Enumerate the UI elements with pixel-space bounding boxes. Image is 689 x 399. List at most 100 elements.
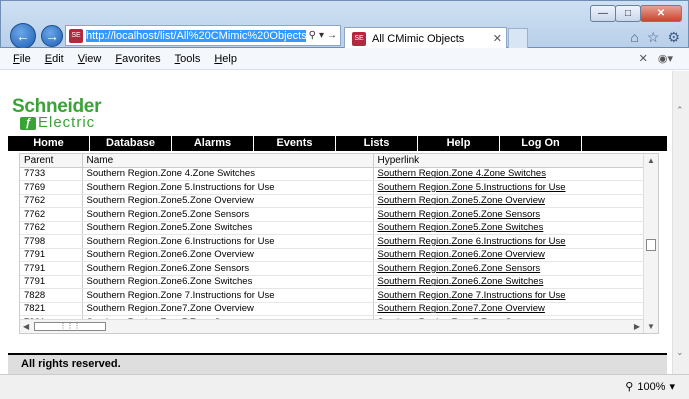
menu-view[interactable]: View [78,53,102,65]
search-icon[interactable]: ⚲ [309,30,316,41]
nav-log-on[interactable]: Log On [500,136,582,151]
url-text: http://localhost/list/All%20CMimic%20Obj… [86,29,306,42]
scroll-down-icon[interactable]: ▼ [647,322,655,331]
table-row[interactable]: 7821 Southern Region.Zone7.Zone Overview S… [20,302,643,316]
address-input[interactable]: http://localhost/list/All%20CMimic%20Obj… [86,29,306,42]
grid-vscroll-thumb[interactable] [646,239,656,251]
col-header-parent[interactable]: Parent [20,154,82,168]
hyperlink[interactable]: Southern Region.Zone6.Zone Overview [378,249,545,260]
hyperlink[interactable]: Southern Region.Zone6.Zone Sensors [378,263,541,274]
forward-arrow-icon: → [45,28,59,44]
logo-mark-icon: ƒ [20,116,36,130]
new-tab-button[interactable] [508,28,528,48]
nav-database[interactable]: Database [90,136,172,151]
cell-parent: 7733 [20,167,82,181]
table-row[interactable]: 7762 Southern Region.Zone5.Zone Sensors So… [20,207,643,222]
cell-parent: 7821 [20,302,82,316]
hyperlink[interactable]: Southern Region.Zone5.Zone Switches [378,222,544,233]
site-nav: Home Database Alarms Events Lists Help L… [8,136,667,151]
hyperlink[interactable]: Southern Region.Zone5.Zone Overview [378,195,545,206]
menu-favorites[interactable]: Favorites [115,53,160,65]
hyperlink[interactable]: Southern Region.Zone 7.Instructions for … [378,290,566,301]
table-row[interactable]: 7791 Southern Region.Zone6.Zone Sensors So… [20,261,643,276]
scroll-left-icon[interactable]: ◀ [23,322,29,331]
page-scroll-up-icon[interactable]: ⌃ [676,105,684,116]
settings-gear-icon[interactable]: ⚙ [667,29,680,46]
table-row[interactable]: 7769 Southern Region.Zone 5.Instructions … [20,180,643,195]
hyperlink[interactable]: Southern Region.Zone7.Zone Overview [378,303,545,314]
cell-parent: 7791 [20,248,82,262]
cell-parent: 7798 [20,234,82,249]
table-row[interactable]: 7762 Southern Region.Zone5.Zone Overview S… [20,194,643,208]
zoom-magnifier-icon: ⚲ [625,381,634,393]
table-row[interactable]: 7791 Southern Region.Zone6.Zone Switches S… [20,275,643,289]
browser-titlebar: — □ ✕ ← → SE http://localhost/list/All%2… [0,0,689,49]
cell-parent: 7791 [20,261,82,276]
hyperlink[interactable]: Southern Region.Zone 4.Zone Switches [378,168,546,179]
cell-name: Southern Region.Zone6.Zone Switches [81,275,373,289]
page-scroll-down-icon[interactable]: ⌄ [676,347,684,358]
page-footer: All rights reserved. [8,353,667,374]
objects-grid: Parent Name Hyperlink 7733 Southern Regio… [19,153,659,334]
scroll-right-icon[interactable]: ▶ [634,322,640,331]
maximize-button[interactable]: □ [615,5,641,22]
hyperlink[interactable]: Southern Region.Zone 5.Instructions for … [378,182,566,193]
table-row[interactable]: 7798 Southern Region.Zone 6.Instructions … [20,234,643,249]
nav-alarms[interactable]: Alarms [172,136,254,151]
col-header-name[interactable]: Name [81,154,373,168]
hyperlink[interactable]: Southern Region.Zone5.Zone Sensors [378,209,541,220]
go-arrow-icon[interactable]: → [327,30,337,41]
page-viewport: Schneider ƒ Electric Home Database Alarm… [0,71,689,374]
forward-button[interactable]: → [41,25,63,47]
close-window-button[interactable]: ✕ [640,5,682,22]
hyperlink[interactable]: Southern Region.Zone 6.Instructions for … [378,236,566,247]
address-bar[interactable]: SE http://localhost/list/All%20CMimic%20… [65,25,341,46]
table-row[interactable]: 7762 Southern Region.Zone5.Zone Switches S… [20,221,643,235]
cell-name: Southern Region.Zone 5.Instructions for … [81,180,373,195]
cell-hyperlink: Southern Region.Zone7.Zone Overview [372,302,643,316]
cell-name: Southern Region.Zone5.Zone Switches [81,221,373,235]
table-row[interactable]: 7791 Southern Region.Zone6.Zone Overview S… [20,248,643,262]
zoom-dropdown-icon[interactable]: ▾ [669,380,675,393]
grid-hscroll-thumb[interactable]: ⋮⋮⋮ [34,322,106,331]
safety-dropdown-icon[interactable]: ◉▾ [658,52,673,65]
nav-events[interactable]: Events [254,136,336,151]
dropdown-icon[interactable]: ▾ [319,30,324,41]
favorites-star-icon[interactable]: ☆ [647,29,660,46]
toolbar-icons: ⌂ ☆ ⚙ [630,29,680,46]
cell-parent: 7769 [20,180,82,195]
grid-horizontal-scrollbar[interactable]: ◀ ⋮⋮⋮ ▶ [20,319,643,333]
cell-parent: 7762 [20,194,82,208]
cell-hyperlink: Southern Region.Zone6.Zone Sensors [372,261,643,276]
logo-sub: Electric [38,114,96,131]
menu-tools[interactable]: Tools [175,53,201,65]
cell-name: Southern Region.Zone5.Zone Sensors [81,207,373,222]
col-header-hyperlink[interactable]: Hyperlink [372,154,643,168]
home-icon[interactable]: ⌂ [630,29,638,46]
table-row[interactable]: 7828 Southern Region.Zone 7.Instructions … [20,288,643,303]
grid-vertical-scrollbar[interactable]: ▲ ▼ [643,154,658,333]
table-row[interactable]: 7733 Southern Region.Zone 4.Zone Switches… [20,167,643,181]
menu-bar: File Edit View Favorites Tools Help ✕ ◉▾ [0,48,689,70]
scroll-up-icon[interactable]: ▲ [647,156,655,165]
tab-close-icon[interactable]: ✕ [493,32,502,45]
zoom-level: 100% [637,380,666,393]
close-icon[interactable]: ✕ [639,52,648,65]
menu-edit[interactable]: Edit [45,53,64,65]
nav-home[interactable]: Home [8,136,90,151]
nav-lists[interactable]: Lists [336,136,418,151]
menu-file[interactable]: File [13,53,31,65]
minimize-button[interactable]: — [590,5,616,22]
nav-help[interactable]: Help [418,136,500,151]
cell-parent: 7762 [20,221,82,235]
tab-active[interactable]: SE All CMimic Objects ✕ [344,27,507,49]
page-vertical-scrollbar[interactable]: ⌃ ⌄ [672,71,689,374]
menu-help[interactable]: Help [214,53,237,65]
cell-parent: 7828 [20,288,82,303]
cell-hyperlink: Southern Region.Zone5.Zone Sensors [372,207,643,222]
address-tools: ⚲ ▾ → [306,30,340,41]
cell-name: Southern Region.Zone 7.Instructions for … [81,288,373,303]
hyperlink[interactable]: Southern Region.Zone6.Zone Switches [378,276,544,287]
back-button[interactable]: ← [10,23,36,49]
zoom-control[interactable]: ⚲ 100% ▾ [625,380,675,394]
